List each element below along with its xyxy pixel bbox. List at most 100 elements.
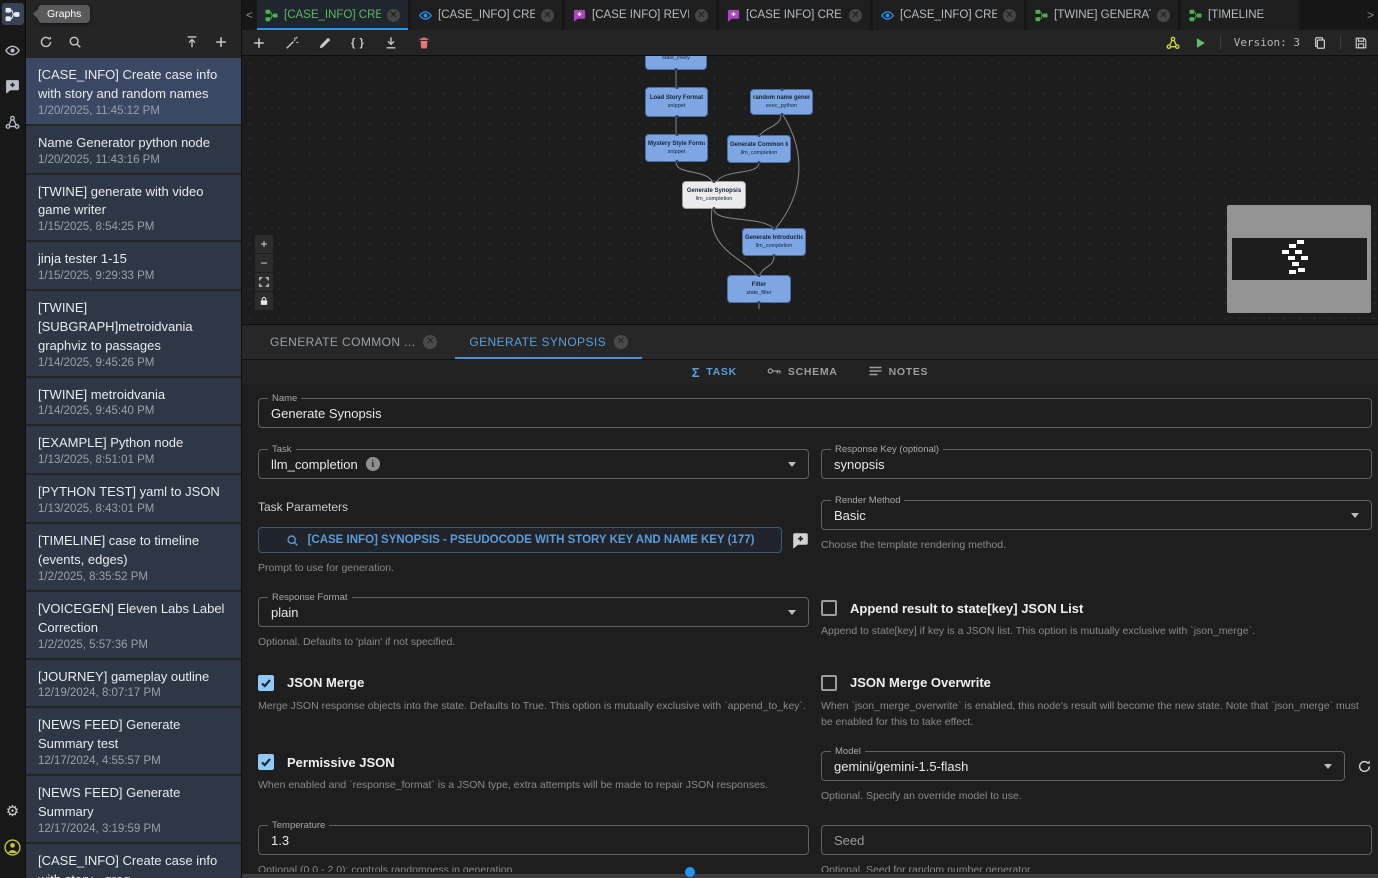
graph-list-item[interactable]: [JOURNEY] gameplay outline 12/19/2024, 8… — [26, 660, 241, 707]
tab-close-icon[interactable]: ✕ — [387, 9, 400, 22]
json-merge-checkbox[interactable] — [258, 675, 274, 691]
webhook-run-icon[interactable] — [1166, 36, 1180, 50]
tabs-scroll-left-icon[interactable]: < — [242, 0, 257, 30]
name-field[interactable]: Name Generate Synopsis — [258, 398, 1372, 428]
graph-node[interactable]: Mystery Style Format... snippet — [645, 134, 708, 162]
add-node-icon[interactable] — [252, 36, 266, 50]
notes-icon — [868, 366, 883, 379]
zoom-in-icon[interactable]: + — [255, 235, 273, 253]
graph-list-item[interactable]: [TIMELINE] case to timeline (events, edg… — [26, 524, 241, 590]
editor-subtab[interactable]: NOTES — [868, 366, 929, 379]
auto-layout-wand-icon[interactable] — [285, 36, 299, 50]
save-icon[interactable] — [1354, 36, 1368, 50]
render-method-select[interactable]: Render Method Basic — [821, 500, 1372, 530]
edit-pencil-icon[interactable] — [318, 36, 332, 50]
graph-node[interactable]: random name genera... exec_python — [750, 89, 813, 115]
settings-gear-icon[interactable]: ⚙ — [2, 800, 24, 822]
scrollbar-track[interactable] — [242, 874, 1378, 878]
graph-list-item[interactable]: [NEWS FEED] Generate Summary test 12/17/… — [26, 708, 241, 774]
graph-node[interactable]: Generate Common Info llm_completion — [727, 135, 791, 163]
upload-icon[interactable] — [185, 35, 199, 49]
tabs-scroll-right-icon[interactable]: > — [1363, 0, 1378, 30]
graph-list-item[interactable]: [TWINE][SUBGRAPH]metroidvania graphviz t… — [26, 291, 241, 376]
editor-tab[interactable]: [CASE INFO] CRE... ✕ — [719, 0, 870, 30]
node-editor-panel: GENERATE COMMON ... ✕ GENERATE SYNOPSIS … — [242, 324, 1378, 878]
graph-list-item[interactable]: Name Generator python node 1/20/2025, 11… — [26, 126, 241, 173]
prompt-select-button[interactable]: [CASE INFO] SYNOPSIS - PSEUDOCODE WITH S… — [258, 527, 782, 553]
graph-list-item[interactable]: [VOICEGEN] Eleven Labs Label Correction … — [26, 592, 241, 658]
delete-trash-icon[interactable] — [417, 36, 431, 50]
graph-item-timestamp: 1/13/2025, 8:51:01 PM — [38, 454, 229, 466]
refresh-models-icon[interactable] — [1357, 759, 1372, 774]
graph-list-item[interactable]: [EXAMPLE] Python node 1/13/2025, 8:51:01… — [26, 426, 241, 473]
permissive-json-checkbox[interactable] — [258, 754, 274, 770]
eye-nav-icon[interactable] — [2, 39, 24, 61]
scrollbar-handle[interactable] — [685, 867, 695, 877]
graph-list-item[interactable]: [NEWS FEED] Generate Summary 12/17/2024,… — [26, 776, 241, 842]
graph-list-item[interactable]: [CASE_INFO] Create case info with story … — [26, 58, 241, 124]
run-play-icon[interactable] — [1193, 36, 1207, 50]
editor-tab[interactable]: [CASE_INFO] CRE... ✕ — [873, 0, 1024, 30]
graph-item-title: [CASE_INFO] Create case info with story … — [38, 852, 229, 878]
tab-close-icon[interactable]: ✕ — [541, 9, 554, 22]
editor-tab[interactable]: [TWINE] GENERAT... ✕ — [1027, 0, 1178, 30]
seed-field[interactable]: Seed — [821, 825, 1372, 855]
temperature-field[interactable]: Temperature 1.3 — [258, 825, 809, 855]
editor-tab[interactable]: [CASE_INFO] CRE... ✕ — [411, 0, 562, 30]
response-format-select[interactable]: Response Format plain — [258, 597, 809, 627]
node-tab-label: GENERATE SYNOPSIS — [469, 335, 606, 349]
zoom-out-icon[interactable]: − — [255, 254, 273, 272]
tab-close-icon[interactable]: ✕ — [695, 9, 708, 22]
graph-list-item[interactable]: [PYTHON TEST] yaml to JSON 1/13/2025, 8:… — [26, 475, 241, 522]
key-icon — [767, 366, 782, 379]
graph-node[interactable]: Generate Synopsis llm_completion — [682, 181, 746, 209]
graph-canvas[interactable]: state_inkey Load Story Format snippet ra… — [242, 56, 1378, 324]
task-select[interactable]: Task llm_completion i — [258, 449, 809, 479]
node-tab[interactable]: GENERATE COMMON ... ✕ — [256, 325, 451, 359]
graph-list-item[interactable]: [TWINE] generate with video game writer … — [26, 175, 241, 241]
refresh-icon[interactable] — [39, 35, 53, 49]
json-merge-overwrite-checkbox[interactable] — [821, 675, 837, 691]
model-select[interactable]: Model gemini/gemini-1.5-flash — [821, 751, 1345, 781]
feedback-nav-icon[interactable] — [2, 75, 24, 97]
fit-view-icon[interactable] — [255, 273, 273, 291]
search-icon[interactable] — [68, 35, 82, 49]
graph-list-item[interactable]: [CASE_INFO] Create case info with story … — [26, 844, 241, 878]
json-braces-icon[interactable]: { } — [351, 37, 365, 49]
graph-item-timestamp: 12/19/2024, 8:07:17 PM — [38, 687, 229, 699]
graph-node[interactable]: Generate Introduction llm_completion — [742, 228, 806, 256]
tab-close-icon[interactable]: ✕ — [1157, 9, 1170, 22]
graph-node[interactable]: state_inkey — [645, 56, 707, 70]
tab-close-icon[interactable]: ✕ — [849, 9, 862, 22]
graph-node[interactable]: Load Story Format snippet — [645, 87, 708, 117]
account-icon[interactable] — [2, 836, 24, 858]
response-key-field[interactable]: Response Key (optional) synopsis — [821, 449, 1372, 479]
webhook-nav-icon[interactable] — [2, 111, 24, 133]
graph-list-item[interactable]: jinja tester 1-15 1/15/2025, 9:29:33 PM — [26, 242, 241, 289]
app-window: ⚙ Graphs Graphs [CASE_INFO] Create case … — [0, 0, 1378, 878]
node-tab-close-icon[interactable]: ✕ — [423, 335, 437, 349]
append-to-key-checkbox[interactable] — [821, 600, 837, 616]
editor-tab[interactable]: [CASE_INFO] CRE... ✕ — [257, 0, 408, 30]
graph-list-item[interactable]: [TWINE] metroidvania 1/14/2025, 9:45:40 … — [26, 378, 241, 425]
add-graph-icon[interactable] — [214, 35, 228, 49]
copy-icon[interactable] — [1313, 36, 1327, 50]
editor-subtab[interactable]: Σ TASK — [692, 365, 737, 380]
lock-icon[interactable] — [255, 292, 273, 310]
new-prompt-icon[interactable] — [792, 532, 809, 549]
graphs-nav-icon[interactable] — [2, 3, 24, 25]
editor-tab[interactable]: [CASE INFO] REVI... ✕ — [565, 0, 716, 30]
editor-subtab[interactable]: SCHEMA — [767, 366, 838, 379]
graph-item-title: [PYTHON TEST] yaml to JSON — [38, 483, 229, 502]
editor-tab[interactable]: [TIMELINE ✕ — [1181, 0, 1299, 30]
graph-node[interactable]: Filter state_filter — [727, 275, 791, 303]
download-icon[interactable] — [384, 36, 398, 50]
graph-item-timestamp: 1/2/2025, 8:35:52 PM — [38, 571, 229, 583]
minimap[interactable] — [1227, 205, 1371, 313]
tab-close-icon[interactable]: ✕ — [1003, 9, 1016, 22]
task-info-icon[interactable]: i — [366, 457, 380, 471]
graph-list: [CASE_INFO] Create case info with story … — [26, 56, 241, 878]
sidebar-header: Graphs Graphs — [26, 0, 241, 28]
node-tab-close-icon[interactable]: ✕ — [614, 335, 628, 349]
node-tab[interactable]: GENERATE SYNOPSIS ✕ — [455, 325, 642, 359]
